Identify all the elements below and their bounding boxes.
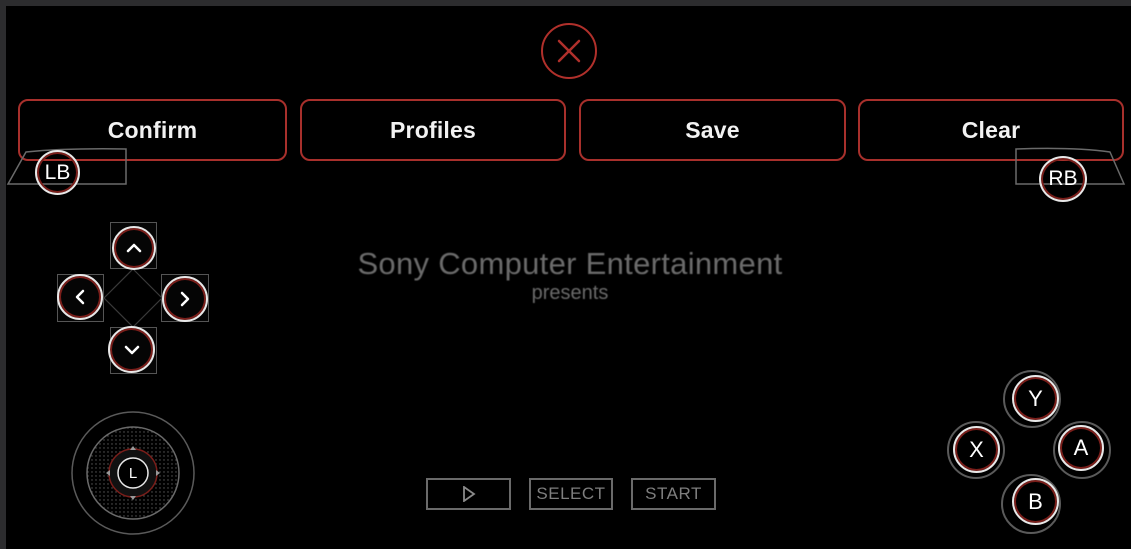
- chevron-right-icon: [180, 291, 190, 307]
- window-frame-top: [0, 0, 1131, 6]
- close-icon: [557, 39, 581, 63]
- y-button-label: Y: [1028, 385, 1043, 411]
- left-bumper-label: LB: [44, 160, 71, 184]
- left-analog-stick[interactable]: L: [70, 410, 196, 536]
- game-splash-text: Sony Computer Entertainment presents: [290, 246, 850, 305]
- dpad-up-button[interactable]: [112, 226, 156, 270]
- play-button[interactable]: [426, 478, 511, 510]
- a-button[interactable]: A: [1058, 425, 1104, 471]
- window-frame-left: [0, 0, 6, 549]
- close-button[interactable]: [541, 23, 597, 79]
- dpad-center-diamond: [103, 268, 163, 328]
- start-button[interactable]: START: [631, 478, 716, 510]
- x-button-label: X: [969, 436, 984, 462]
- play-icon: [462, 486, 476, 502]
- right-bumper-label: RB: [1048, 167, 1078, 190]
- b-button-label: B: [1028, 488, 1043, 514]
- dpad-right-button[interactable]: [162, 276, 208, 322]
- dpad-left-button[interactable]: [57, 274, 103, 320]
- dpad-down-button[interactable]: [108, 326, 155, 373]
- right-bumper-button[interactable]: RB: [1039, 156, 1087, 202]
- save-button[interactable]: Save: [579, 99, 846, 161]
- splash-title: Sony Computer Entertainment: [357, 246, 783, 281]
- chevron-down-icon: [124, 345, 139, 354]
- chevron-up-icon: [126, 243, 142, 253]
- select-button[interactable]: SELECT: [529, 478, 613, 510]
- chevron-left-icon: [75, 289, 85, 305]
- x-button[interactable]: X: [953, 426, 1000, 473]
- left-bumper-button[interactable]: LB: [35, 150, 80, 195]
- profiles-button[interactable]: Profiles: [300, 99, 566, 161]
- y-button[interactable]: Y: [1012, 375, 1059, 422]
- b-button[interactable]: B: [1012, 478, 1059, 525]
- a-button-label: A: [1073, 435, 1089, 460]
- analog-stick-label: L: [128, 464, 138, 482]
- splash-subtitle: presents: [531, 282, 609, 304]
